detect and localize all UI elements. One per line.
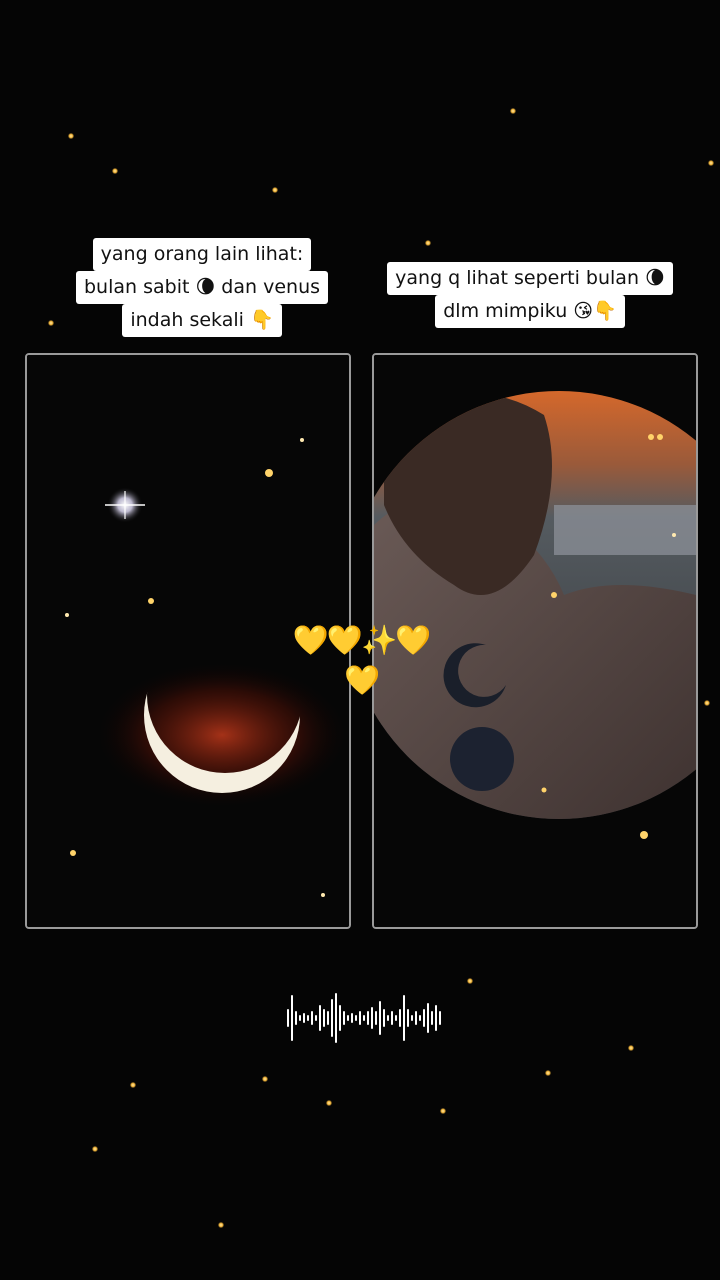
star bbox=[326, 1100, 332, 1106]
caption-right-line1: yang q lihat seperti bulan 🌘 bbox=[387, 262, 673, 295]
star bbox=[425, 240, 431, 246]
star bbox=[440, 1108, 446, 1114]
star bbox=[92, 1146, 98, 1152]
star bbox=[510, 108, 516, 114]
hearts-sparkle-decoration: 💛💛✨💛💛 bbox=[292, 623, 431, 697]
star bbox=[545, 1070, 551, 1076]
star bbox=[704, 700, 710, 706]
star bbox=[628, 1045, 634, 1051]
caption-left-line2: bulan sabit 🌘 dan venus bbox=[75, 271, 329, 304]
star bbox=[272, 187, 278, 193]
star bbox=[218, 1222, 224, 1228]
caption-left: yang orang lain lihat: bulan sabit 🌘 dan… bbox=[52, 238, 352, 337]
star bbox=[112, 168, 118, 174]
audio-waveform-icon bbox=[287, 993, 441, 1043]
caption-right-line2: dlm mimpiku 😘👇 bbox=[435, 295, 625, 328]
caption-left-line3: indah sekali 👇 bbox=[122, 304, 282, 337]
caption-left-line1: yang orang lain lihat: bbox=[92, 238, 312, 271]
star bbox=[467, 978, 473, 984]
star bbox=[262, 1076, 268, 1082]
star bbox=[68, 133, 74, 139]
star bbox=[130, 1082, 136, 1088]
caption-right: yang q lihat seperti bulan 🌘 dlm mimpiku… bbox=[362, 262, 698, 328]
star bbox=[708, 160, 714, 166]
